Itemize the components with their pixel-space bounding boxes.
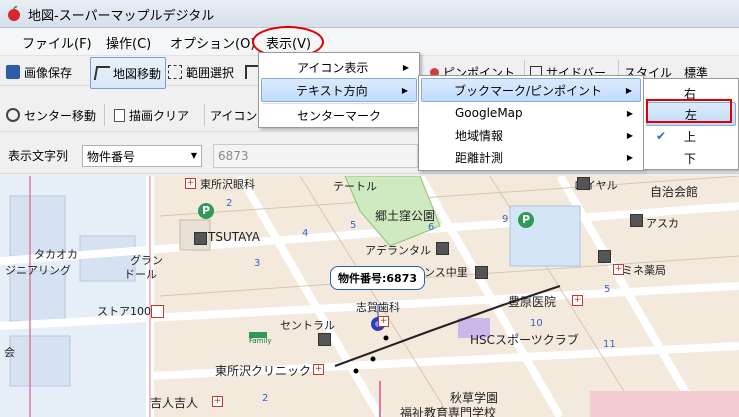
hospital-icon: + xyxy=(313,364,324,375)
map-label: タカオカ xyxy=(34,248,78,261)
map-label: 豊原医院 xyxy=(508,295,557,309)
map-label: セントラル xyxy=(280,319,335,332)
value-input[interactable]: 6873 xyxy=(213,144,418,168)
menu-item-icon-display[interactable]: アイコン表示 ▶ xyxy=(261,55,417,79)
menu-item-down[interactable]: 下 xyxy=(646,146,736,170)
map-label: アデランタル xyxy=(365,244,431,257)
menu-item-region-info[interactable]: 地域情報 ▶ xyxy=(421,123,641,147)
menu-item-left[interactable]: 左 xyxy=(646,102,736,126)
hospital-icon: + xyxy=(212,396,223,407)
parking-icon: P xyxy=(518,212,534,228)
text-direction-menu: ブックマーク/ピンポイント ▶ GoogleMap ▶ 地域情報 ▶ 距離計測 … xyxy=(418,75,644,171)
hospital-icon: + xyxy=(378,316,389,327)
select-range-icon xyxy=(168,65,182,79)
cursor-icon xyxy=(93,66,111,80)
map-number: 11 xyxy=(603,339,616,350)
map-label: ストア100 xyxy=(97,305,151,318)
map-label: HSCスポーツクラブ xyxy=(470,333,579,347)
building-icon xyxy=(475,266,488,279)
map-number: 4 xyxy=(302,228,309,239)
title-bar: 地図-スーパーマップルデジタル xyxy=(0,0,739,28)
chevron-right-icon: ▶ xyxy=(402,62,409,72)
range-select-button[interactable]: 範囲選択 xyxy=(168,59,234,85)
map-label: ンス中里 xyxy=(424,266,468,279)
display-string-label: 表示文字列 xyxy=(8,148,69,163)
map-label: 志賀歯科 xyxy=(356,301,400,314)
building-icon xyxy=(598,250,611,263)
pharmacy-icon: + xyxy=(613,264,624,275)
hospital-icon: + xyxy=(572,295,583,306)
chevron-right-icon: ▶ xyxy=(626,108,633,118)
page-icon xyxy=(114,108,125,122)
menu-item-text-direction[interactable]: テキスト方向 ▶ xyxy=(261,78,417,102)
direction-menu: 右 左 ✔ 上 下 xyxy=(643,78,739,170)
menu-item-bookmark-pinpoint[interactable]: ブックマーク/ピンポイント ▶ xyxy=(421,78,641,102)
chevron-down-icon: ▼ xyxy=(190,151,197,160)
map-label: Family xyxy=(249,337,272,345)
map-number: 5 xyxy=(350,220,357,231)
apple-icon xyxy=(8,6,20,21)
parking-icon: P xyxy=(198,203,214,219)
map-label: 自治会館 xyxy=(650,185,699,199)
map-label: ドール xyxy=(124,268,157,281)
map-number: 10 xyxy=(530,318,543,329)
map-label: テートル xyxy=(333,180,377,193)
chevron-right-icon: ▶ xyxy=(401,85,408,95)
image-save-button[interactable]: 画像保存 xyxy=(6,59,72,85)
map-number: 6 xyxy=(428,222,435,233)
building-icon xyxy=(630,214,643,227)
map-label: ミネ薬局 xyxy=(622,264,666,277)
map-number: 2 xyxy=(262,393,269,404)
map-label: アスカ xyxy=(646,217,679,230)
map-label: 東所沢クリニック xyxy=(215,364,312,378)
floppy-icon xyxy=(6,65,20,79)
map-number: 5 xyxy=(604,284,611,295)
map-label: TSUTAYA xyxy=(208,230,261,244)
chevron-right-icon: ▶ xyxy=(625,85,632,95)
menu-item-up[interactable]: ✔ 上 xyxy=(646,124,736,148)
menu-view[interactable]: 表示(V) xyxy=(266,33,311,52)
building-icon xyxy=(318,333,331,346)
map-label: 東所沢眼科 xyxy=(200,178,255,191)
menu-operation[interactable]: 操作(C) xyxy=(106,33,151,52)
map-number: 9 xyxy=(502,214,509,225)
map-label: 郷土窪公園 xyxy=(375,209,436,223)
menu-item-center-mark[interactable]: センターマーク xyxy=(261,103,417,127)
window-title: 地図-スーパーマップルデジタル xyxy=(28,9,215,24)
map-canvas xyxy=(0,176,739,417)
display-string-select[interactable]: 物件番号 ▼ xyxy=(82,145,202,167)
icon-label[interactable]: アイコン xyxy=(210,102,257,128)
building-icon xyxy=(436,242,449,255)
map-label: 会 xyxy=(4,346,15,359)
property-callout: 物件番号:6873 xyxy=(330,266,426,290)
map-number: 3 xyxy=(254,258,261,269)
map-label: ジニアリング xyxy=(5,264,71,277)
store-icon xyxy=(151,305,164,318)
convenience-store-icon xyxy=(249,332,267,338)
map-move-button[interactable]: 地図移動 xyxy=(90,57,167,89)
draw-clear-button[interactable]: 描画クリア xyxy=(114,102,189,128)
ruler-icon xyxy=(245,65,259,79)
menu-item-googlemap[interactable]: GoogleMap ▶ xyxy=(421,101,641,125)
hospital-icon: + xyxy=(185,178,196,189)
map-number: 2 xyxy=(226,198,233,209)
chevron-right-icon: ▶ xyxy=(626,152,633,162)
map-label: 福祉教育専門学校 xyxy=(400,406,497,417)
menu-options[interactable]: オプション(O) xyxy=(170,33,255,52)
checkmark-icon: ✔ xyxy=(656,129,667,143)
menu-file[interactable]: ファイル(F) xyxy=(22,33,92,52)
map-view[interactable]: 東所沢眼科 テートル 郷土窪公園 ロイヤル 自治会館 アスカ TSUTAYA タ… xyxy=(0,176,739,417)
center-move-button[interactable]: センター移動 xyxy=(6,102,96,128)
menu-item-distance-measure[interactable]: 距離計測 ▶ xyxy=(421,145,641,169)
building-icon xyxy=(194,232,207,245)
view-menu: アイコン表示 ▶ テキスト方向 ▶ センターマーク xyxy=(258,52,420,128)
crosshair-icon xyxy=(6,108,20,122)
building-icon xyxy=(577,177,590,190)
map-label: 吉人吉人 xyxy=(150,396,199,410)
chevron-right-icon: ▶ xyxy=(626,130,633,140)
